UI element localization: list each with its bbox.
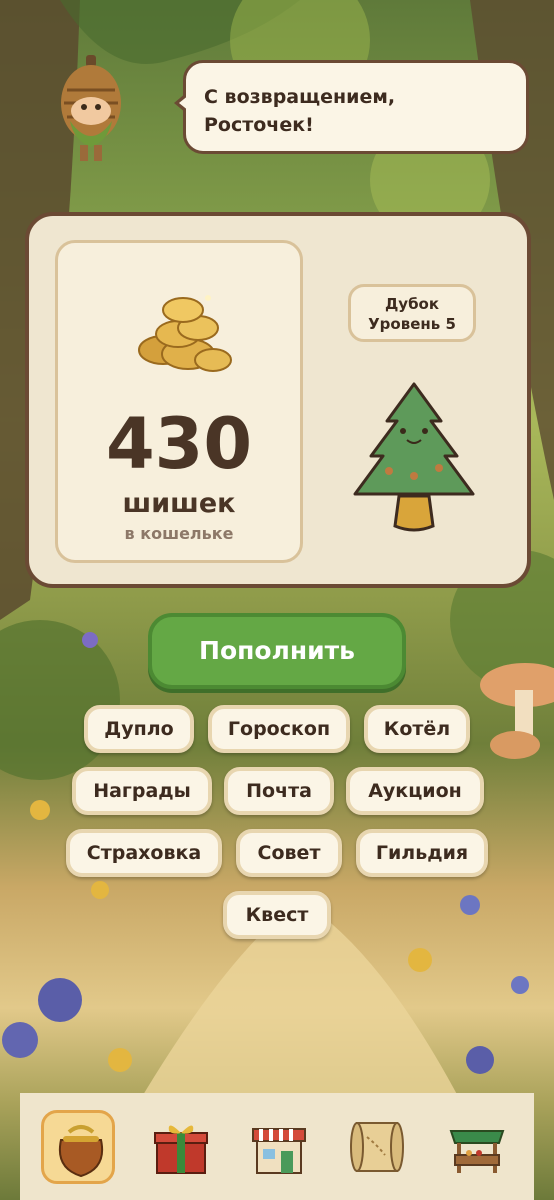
menu-dupl-button[interactable]: Дупло: [84, 705, 194, 753]
forest-background: [0, 0, 554, 1200]
map-scroll-icon: [350, 1122, 404, 1172]
menu-mail-button[interactable]: Почта: [224, 767, 334, 815]
level-badge: Дубок Уровень 5: [348, 284, 476, 342]
menu-guild-button[interactable]: Гильдия: [356, 829, 488, 877]
balance-card: 430 шишек в кошельке: [55, 240, 303, 563]
market-stall-icon: [449, 1130, 505, 1173]
purse-icon: [59, 1125, 103, 1178]
pinecone-mascot: [52, 55, 130, 167]
balance-amount: 430: [105, 403, 253, 485]
level-label: Уровень 5: [368, 315, 456, 333]
menu-insurance-button[interactable]: Страховка: [66, 829, 222, 877]
level-name: Дубок: [384, 295, 440, 313]
bottom-nav: [20, 1093, 534, 1200]
greeting-line-1: С возвращением,: [204, 86, 396, 108]
nav-market-tab[interactable]: [440, 1110, 514, 1184]
greeting-bubble: С возвращением, Росточек!: [174, 60, 529, 154]
oak-tree-icon: [349, 376, 479, 541]
nav-gifts-tab[interactable]: [144, 1110, 218, 1184]
coins-icon: [128, 288, 238, 378]
topup-button[interactable]: Пополнить: [148, 613, 406, 689]
nav-map-tab[interactable]: [340, 1110, 414, 1184]
balance-unit: шишек: [122, 488, 236, 519]
greeting-line-2: Росточек!: [204, 114, 314, 136]
menu-rewards-button[interactable]: Награды: [72, 767, 212, 815]
menu-quest-button[interactable]: Квест: [223, 891, 331, 939]
nav-shop-tab[interactable]: [242, 1110, 316, 1184]
gift-icon: [154, 1125, 208, 1174]
shop-icon: [252, 1128, 306, 1174]
menu-horoscope-button[interactable]: Гороскоп: [208, 705, 350, 753]
menu-advice-button[interactable]: Совет: [236, 829, 342, 877]
balance-caption: в кошельке: [124, 524, 234, 543]
wallet-panel: 430 шишек в кошельке Дубок Уровень 5: [25, 212, 531, 588]
menu-cauldron-button[interactable]: Котёл: [364, 705, 470, 753]
menu-auction-button[interactable]: Аукцион: [346, 767, 484, 815]
nav-wallet-tab[interactable]: [41, 1110, 115, 1184]
